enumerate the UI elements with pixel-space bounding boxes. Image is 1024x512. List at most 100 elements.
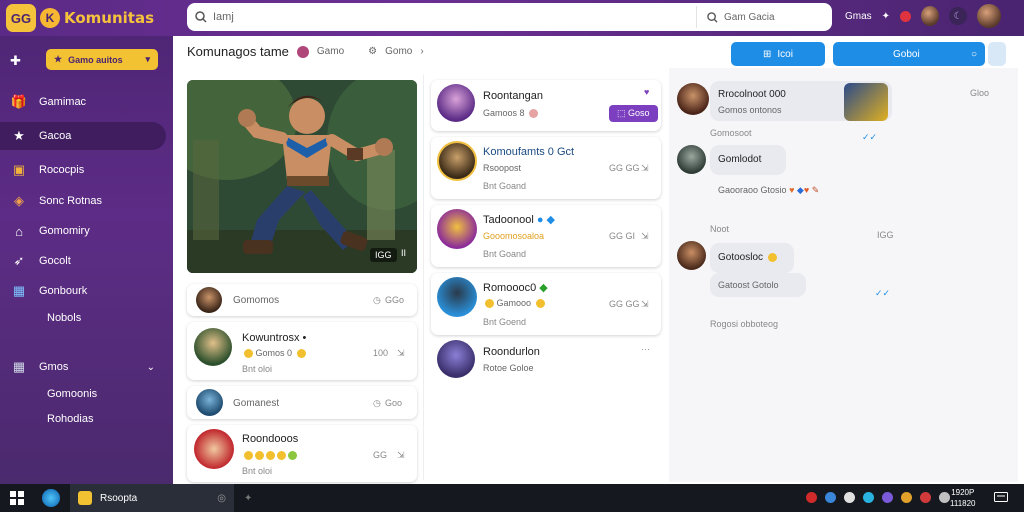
clock-icon: ◷ [373, 398, 381, 408]
list-item[interactable]: Roondooos GG ⇲ Bnt oloi [187, 425, 417, 482]
chat-meta: IGG [877, 230, 894, 240]
secondary-search-label: Gam Gacia [724, 11, 775, 23]
taskbar-app[interactable]: Rsoopta ◎ [70, 484, 234, 512]
tray-icon[interactable] [825, 492, 836, 503]
notification-center-icon[interactable] [994, 484, 1008, 512]
sidebar-item-label: Sonc Rotnas [39, 195, 102, 207]
search-bar[interactable]: Iamj Gam Gacia [187, 3, 832, 31]
sidebar-item-gamimac[interactable]: 🎁 Gamimac [0, 88, 173, 116]
list-item-name: Kowuntrosx • [242, 332, 307, 344]
box-icon: ◈ [14, 193, 24, 208]
sidebar-item-rococpis[interactable]: ▣ Rococpis [0, 156, 173, 184]
favorite-icon[interactable]: ♥ [644, 87, 649, 97]
header-small[interactable]: Gomo [385, 46, 412, 57]
sidebar-item-gonbourk[interactable]: ▦ Gonbourk [0, 277, 173, 305]
chat-line: Gaooraoo Gtosio ♥ ◆♥ ✎ [718, 185, 820, 195]
chat-image[interactable] [844, 83, 888, 121]
sidebar-item-sonc-rotnas[interactable]: ◈ Sonc Rotnas [0, 187, 173, 215]
chat-footer: Gomosoot [710, 128, 752, 138]
sidebar-item-nobols[interactable]: Nobols [0, 304, 173, 332]
list-item-sub: Gamooo [496, 298, 532, 308]
list-item-name: Komoufamts 0 Gct [483, 146, 575, 158]
list-item-name: Gomanest [233, 398, 280, 409]
clock[interactable]: 1920P 111820 [950, 484, 976, 512]
sidebar-item-gocolt[interactable]: ➶ Gocolt [0, 247, 173, 275]
hero-image[interactable]: IGG II [187, 80, 417, 273]
list-item[interactable]: Romoooc0 ◆ Gamooo GG GG ⇲ Bnt Goend [431, 273, 661, 335]
sidebar-dropdown-button[interactable]: ★ Gamo auitos ▾ [46, 49, 158, 70]
browser-icon[interactable] [42, 484, 60, 512]
list-item[interactable]: Roondurlon Rotoe Goloe ··· [431, 338, 661, 383]
share-icon[interactable]: ⇲ [641, 231, 649, 242]
topbar-label[interactable]: Gmas [845, 11, 872, 22]
cube-icon: ▦ [12, 359, 26, 374]
notification-icon[interactable] [900, 10, 912, 22]
hero-tag-b[interactable]: II [401, 248, 406, 258]
cube-icon: ▦ [12, 283, 26, 298]
sidebar-item-label: Rohodias [47, 413, 94, 425]
chat-sender: Rrocolnoot 000 [718, 89, 786, 100]
top-bar: GG K Komunitas Iamj Gam Gacia Gmas ✦ ☾ [0, 0, 1024, 36]
list-item[interactable]: Komoufamts 0 Gct Rsoopost GG GG ⇲ Bnt Go… [431, 137, 661, 199]
grid-icon: ⊞ [763, 48, 772, 60]
tray-icon[interactable] [863, 492, 874, 503]
more-options-icon[interactable]: ··· [641, 344, 650, 354]
chat-sender: Gomlodot [718, 154, 762, 165]
tray-icon[interactable] [806, 492, 817, 503]
tray-icon[interactable] [939, 492, 950, 503]
list-item[interactable]: Gomomos ◷ GGo [187, 284, 417, 316]
sidebar-item-gomoonis[interactable]: Gomoonis [0, 380, 173, 408]
tray-icon[interactable] [901, 492, 912, 503]
sparkle-icon[interactable]: ✦ [882, 11, 890, 22]
primary-button[interactable]: ⊞ Icoi [731, 42, 825, 66]
list-item-sub: Rotoe Goloe [483, 363, 534, 373]
sidebar-item-gmos[interactable]: ▦ Gmos ⌄ [0, 353, 173, 381]
profile-avatar[interactable] [977, 4, 1002, 28]
list-item-sub: Gooomosoaloa [483, 231, 545, 241]
sidebar-item-rohodias[interactable]: Rohodias [0, 405, 173, 433]
list-item[interactable]: Roontangan Gamoos 8 ⬚ Goso ♥ [431, 80, 661, 131]
tray-icon[interactable] [920, 492, 931, 503]
list-item-meta: GG GG [609, 163, 640, 173]
share-icon[interactable]: ⇲ [397, 348, 405, 359]
share-icon[interactable]: ⇲ [641, 299, 649, 310]
list-item[interactable]: Tadoonool ● ◆ Gooomosoaloa GG GI ⇲ Bnt G… [431, 205, 661, 267]
star-icon: ★ [13, 128, 25, 143]
list-item-foot: Bnt Goand [483, 181, 527, 191]
chat-bubble: Gotoosloc [710, 243, 794, 273]
column-divider [423, 75, 424, 480]
join-button[interactable]: ⬚ Goso [609, 105, 658, 122]
start-icon[interactable] [10, 484, 24, 512]
pin-icon[interactable]: ✚ [10, 53, 21, 69]
pin-icon[interactable]: ✦ [244, 484, 252, 512]
app-logo[interactable]: GG K Komunitas [6, 4, 154, 32]
avatar [677, 83, 709, 115]
list-item[interactable]: Gomanest ◷ Goo [187, 386, 417, 419]
chat-meta: Gloo [970, 88, 990, 98]
avatar [677, 241, 706, 270]
avatar [437, 340, 475, 378]
settings-icon[interactable]: ⚙ [368, 46, 377, 57]
chevron-icon[interactable]: › [420, 46, 423, 57]
square-button[interactable] [988, 42, 1006, 66]
tray-icon[interactable] [882, 492, 893, 503]
list-item[interactable]: Kowuntrosx • Gomos 0 100 ⇲ Bnt oloi [187, 322, 417, 380]
star-icon: ★ [54, 54, 63, 64]
moon-icon[interactable]: ☾ [949, 7, 968, 25]
sidebar-item-gacoa[interactable]: ★ Gacoa [0, 122, 166, 150]
chat-footer: Rogosi obboteog [710, 319, 779, 329]
hero-tag[interactable]: IGG [370, 248, 397, 262]
header-tag[interactable]: Gamo [317, 46, 344, 57]
search-input[interactable]: Iamj [213, 11, 690, 23]
secondary-search[interactable]: Gam Gacia [696, 6, 832, 28]
share-icon[interactable]: ⇲ [641, 163, 649, 174]
secondary-button[interactable]: Goboi ○ [833, 42, 985, 66]
sidebar-item-gomomiry[interactable]: ⌂ Gomomiry [0, 217, 173, 245]
tray-icon[interactable] [844, 492, 855, 503]
avatar[interactable] [921, 6, 940, 26]
share-icon[interactable]: ⇲ [397, 450, 405, 461]
avatar [196, 389, 223, 416]
chevron-down-icon: ⌄ [146, 361, 155, 373]
clock-date: 111820 [950, 499, 976, 508]
sidebar-item-label: Gacoa [39, 130, 72, 142]
